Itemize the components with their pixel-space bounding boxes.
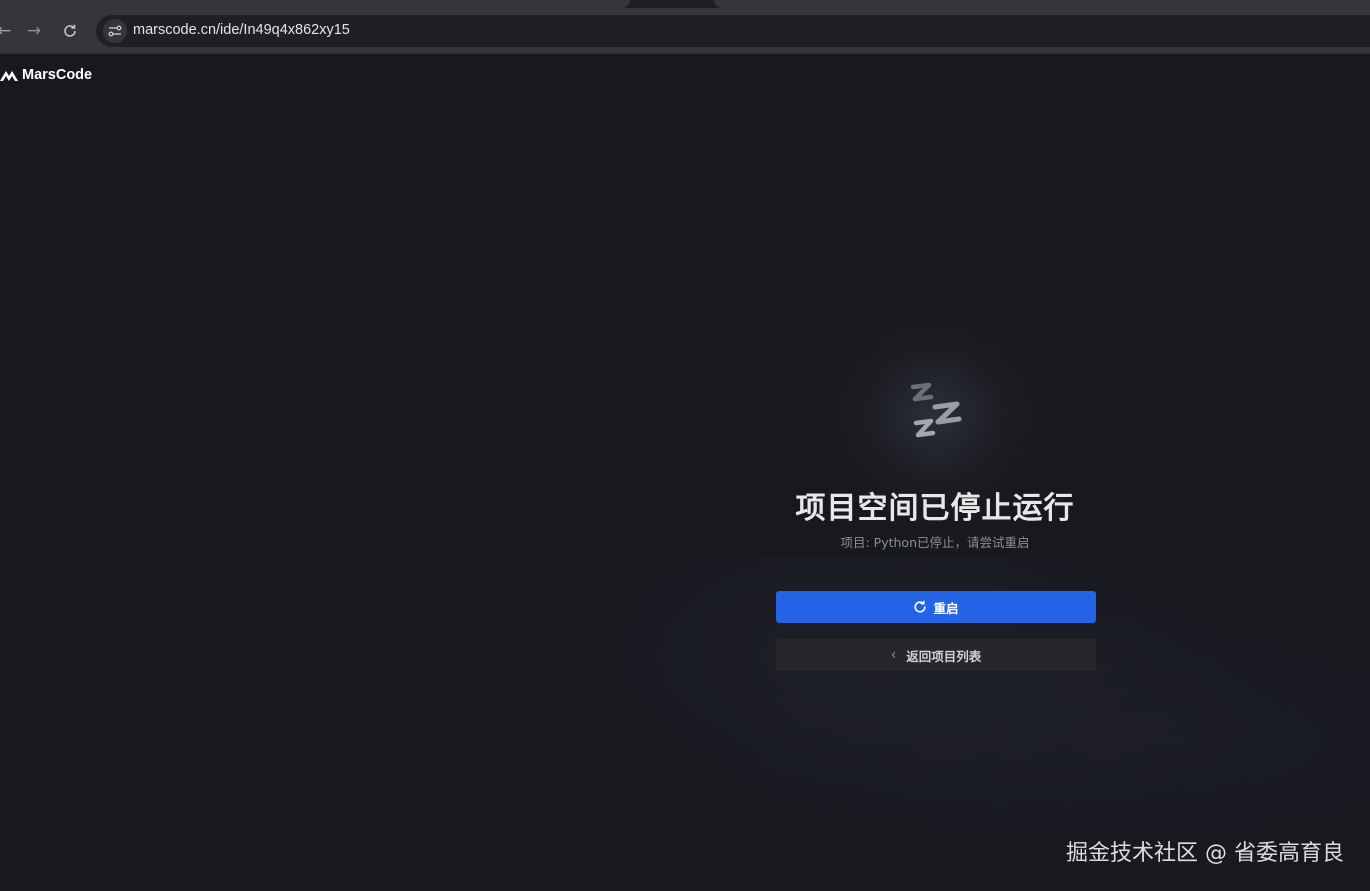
- chevron-left-icon: ‹: [890, 647, 897, 663]
- back-arrow-icon[interactable]: ←: [0, 19, 16, 43]
- tab-strip: [0, 0, 1370, 8]
- browser-tab-right[interactable]: [714, 0, 1370, 8]
- ide-page: MarsCode 项目空间已停止运行 项目: Python已停止，请尝试重启 重…: [0, 55, 1370, 891]
- forward-arrow-icon[interactable]: →: [22, 19, 46, 43]
- marscode-logo-icon: [0, 71, 18, 81]
- url-text[interactable]: marscode.cn/ide/In49q4x862xy15: [133, 22, 350, 38]
- refresh-icon: [914, 600, 927, 613]
- back-to-projects-button[interactable]: ‹ 返回项目列表: [776, 639, 1096, 671]
- reload-icon[interactable]: [58, 19, 82, 43]
- watermark: 掘金技术社区 @ 省委高育良: [1066, 841, 1344, 866]
- logo-text: MarsCode: [22, 67, 93, 83]
- browser-toolbar: ← → marscode.cn/ide/In49q4x862xy15: [0, 8, 1370, 54]
- address-bar[interactable]: marscode.cn/ide/In49q4x862xy15: [96, 15, 1370, 47]
- status-message: 项目: Python已停止，请尝试重启: [840, 535, 1030, 550]
- back-button-label: 返回项目列表: [906, 648, 982, 664]
- site-settings-icon[interactable]: [103, 19, 127, 43]
- sleep-zzz-icon: [910, 382, 962, 438]
- restart-button[interactable]: 重启: [776, 591, 1096, 623]
- restart-button-label: 重启: [933, 600, 959, 616]
- browser-tab-left[interactable]: [0, 0, 630, 8]
- page-title: 项目空间已停止运行: [795, 491, 1075, 526]
- marscode-logo[interactable]: MarsCode: [0, 67, 92, 83]
